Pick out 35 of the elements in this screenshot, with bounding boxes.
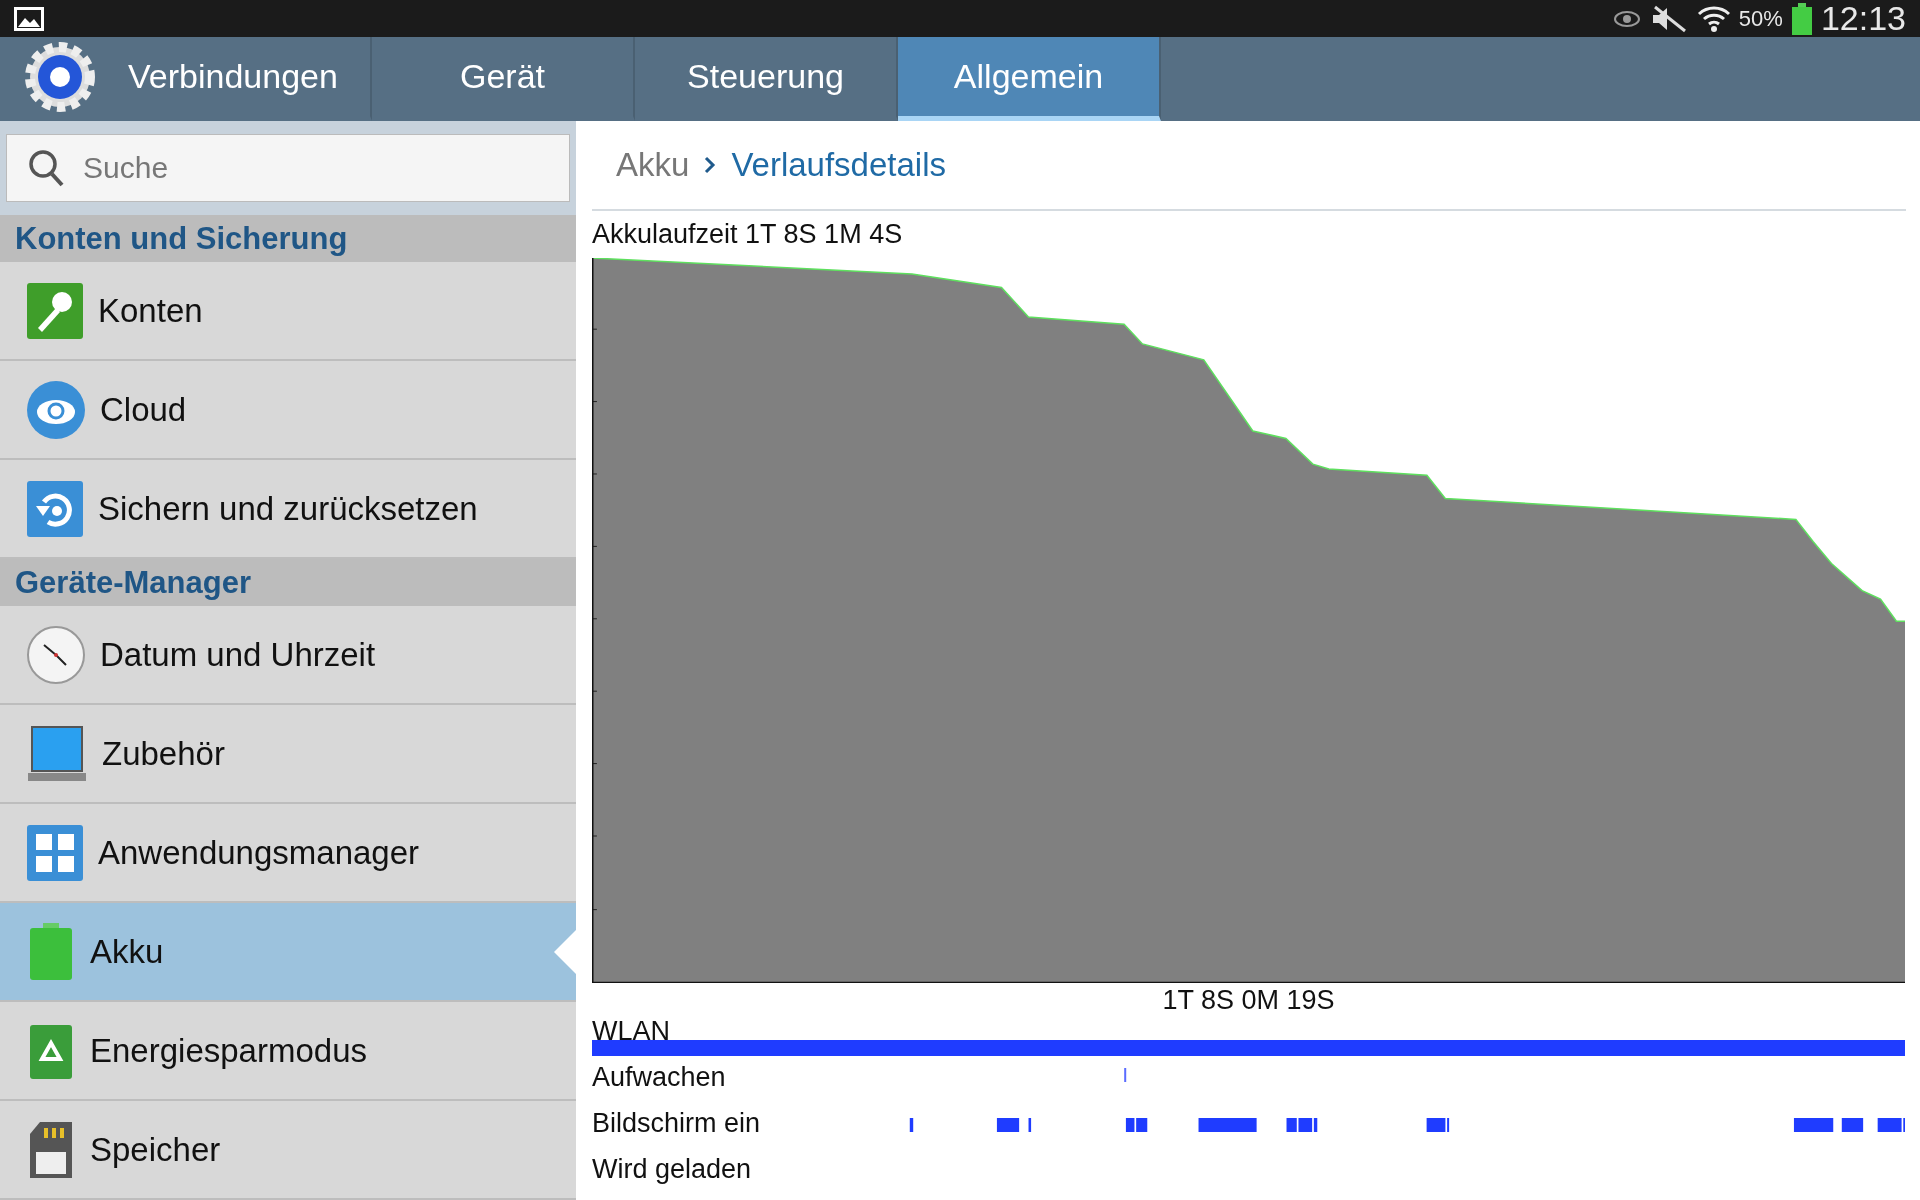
- screen-on-bar: [1841, 1118, 1864, 1133]
- chevron-icon: [703, 154, 718, 175]
- restore-icon: [26, 479, 84, 538]
- page-title: Verlaufsdetails: [731, 145, 946, 184]
- clock-icon: [26, 624, 86, 685]
- key-icon: [26, 281, 84, 340]
- tab[interactable]: Allgemein: [898, 37, 1161, 121]
- screen-on-bar: [1286, 1118, 1297, 1133]
- eye-icon: [1612, 8, 1641, 29]
- screen-on-bar: [909, 1118, 914, 1133]
- battery-percent: 50%: [1738, 5, 1783, 32]
- timeline-label: WLAN: [592, 1016, 670, 1047]
- grid-icon: [26, 823, 84, 882]
- tablet-icon: [26, 724, 88, 783]
- graph-title: Akkulaufzeit 1T 8S 1M 4S: [592, 217, 904, 251]
- breadcrumb-link[interactable]: Akku: [616, 145, 690, 184]
- screen-on-bar: [996, 1118, 1020, 1133]
- timeline-label: Aufwachen: [592, 1062, 726, 1093]
- search-icon: [28, 149, 64, 187]
- settings-item[interactable]: Akku: [0, 903, 576, 1002]
- search-field[interactable]: Suche: [6, 134, 570, 202]
- screen-on-bar: [1198, 1118, 1257, 1133]
- wake-mark: [1124, 1068, 1127, 1083]
- timeline-label: Wird geladen: [592, 1154, 752, 1185]
- picture-icon: [14, 6, 44, 31]
- screen-on-bar: [1125, 1118, 1135, 1133]
- battery-icon: [1790, 2, 1813, 35]
- timeline-label: Bildschirm ein: [592, 1108, 761, 1139]
- section-header: Geräte-Manager: [0, 559, 576, 606]
- section-header: Konten und Sicherung: [0, 215, 576, 262]
- screen-on-bar: [1793, 1118, 1834, 1133]
- clock-time: 12:13: [1820, 0, 1906, 38]
- screen-on-bar: [1028, 1118, 1032, 1133]
- screen-on-bar: [1136, 1118, 1148, 1133]
- duration-label: 1T 8S 0M 19S: [1161, 984, 1336, 1017]
